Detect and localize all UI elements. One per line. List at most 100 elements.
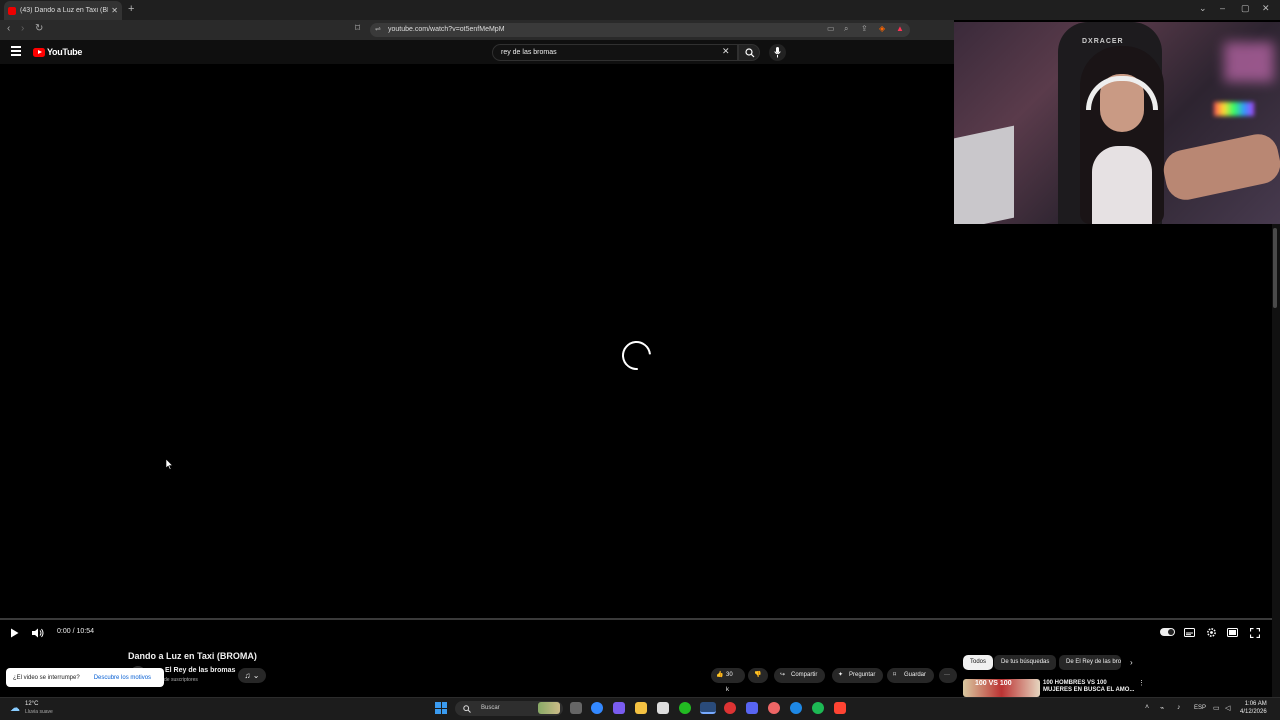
weather-cloud-icon[interactable]: ☁ <box>10 703 20 714</box>
forward-icon[interactable]: › <box>21 23 24 34</box>
maximize-icon[interactable]: ▢ <box>1241 3 1250 14</box>
menu-icon[interactable] <box>11 46 21 56</box>
popup-question: ¿El video se interrumpe? <box>13 674 80 681</box>
taskbar-clock[interactable]: 1:06 AM 4/12/2026 <box>1240 700 1267 716</box>
discord-icon[interactable] <box>746 702 758 714</box>
subtitles-icon[interactable] <box>1184 628 1195 637</box>
mic-tray-icon[interactable]: ♪ <box>1177 704 1181 711</box>
zoom-icon[interactable]: ⌕ <box>844 24 848 34</box>
fullscreen-icon[interactable] <box>1250 628 1260 638</box>
time-display: 0:00 / 10:54 <box>57 628 94 635</box>
settings-gear-icon[interactable] <box>1206 627 1217 638</box>
wifi-icon[interactable]: ▭ <box>1213 704 1220 712</box>
share-arrow-icon: ↪ <box>780 672 786 678</box>
player-controls <box>0 622 1272 644</box>
background-light <box>1224 42 1274 82</box>
edge-icon[interactable] <box>790 702 802 714</box>
tab-list-chevron-icon[interactable]: ⌄ <box>1199 3 1207 14</box>
more-vertical-icon[interactable]: ⋮ <box>1138 679 1145 687</box>
chip-from-channel[interactable]: De El Rey de las bromas <box>1059 655 1121 670</box>
more-actions-button[interactable]: ··· <box>939 668 957 683</box>
tray-chevron-icon[interactable]: ˄ <box>1145 704 1149 711</box>
weather-temperature[interactable]: 12°C <box>25 701 38 708</box>
browser-toolbar: ‹ › ↻ ⌑ ⇌ youtube.com/watch?v=ot5enfMeMp… <box>0 20 954 40</box>
steam-icon[interactable] <box>700 702 716 714</box>
close-window-icon[interactable]: ✕ <box>1262 3 1270 14</box>
share-icon[interactable]: ⇪ <box>861 24 868 33</box>
search-icon <box>745 48 755 58</box>
ask-label: Preguntar <box>849 672 876 678</box>
youtube-header: YouTube rey de las bromas ✕ <box>0 40 954 64</box>
youtube-logo[interactable]: YouTube <box>33 47 82 57</box>
search-input[interactable]: rey de las bromas <box>492 44 738 61</box>
chevron-down-icon: ⌄ <box>252 671 260 680</box>
volume-icon[interactable] <box>32 628 44 638</box>
tab-title: (43) Dando a Luz en Taxi (BROM/ <box>20 7 108 14</box>
share-button[interactable]: ↪ Compartir <box>774 668 826 683</box>
brave-icon[interactable] <box>834 702 846 714</box>
youtube-play-icon <box>33 47 45 57</box>
microphone-icon <box>774 47 781 58</box>
recommendation-thumbnail[interactable]: 100 VS 100 <box>963 679 1040 697</box>
site-info-icon[interactable]: ⇌ <box>375 23 381 37</box>
rewards-icon[interactable]: ▲ <box>896 24 904 33</box>
brave-shield-icon[interactable]: ◈ <box>879 24 885 33</box>
chip-all[interactable]: Todos <box>963 655 994 670</box>
language-indicator[interactable]: ESP <box>1194 705 1206 711</box>
chevron-right-icon[interactable]: › <box>1130 658 1133 667</box>
clock-date: 4/12/2026 <box>1240 709 1267 715</box>
spotify-icon[interactable] <box>812 702 824 714</box>
search-button[interactable] <box>738 44 760 61</box>
progress-bar[interactable] <box>0 618 1272 620</box>
chip-from-searches[interactable]: De tus búsquedas <box>994 655 1057 670</box>
ask-button[interactable]: ✦ Preguntar <box>832 668 884 683</box>
recommendation-title[interactable]: 100 HOMBRES VS 100 MUJERES EN BUSCA EL A… <box>1043 680 1135 694</box>
new-tab-icon[interactable]: + <box>128 3 134 15</box>
close-tab-icon[interactable]: ✕ <box>111 6 118 15</box>
teams-icon[interactable] <box>613 702 625 714</box>
screen: (43) Dando a Luz en Taxi (BROM/ ✕ + ⌄ – … <box>0 0 1280 720</box>
theater-mode-icon[interactable] <box>1227 628 1238 637</box>
reload-icon[interactable]: ↻ <box>35 23 43 34</box>
dislike-button[interactable]: 👎 <box>748 668 768 683</box>
windows-start-icon[interactable] <box>435 702 447 714</box>
app-icon[interactable] <box>768 702 780 714</box>
speaker-icon[interactable]: ◁ <box>1225 704 1230 712</box>
sparkle-icon: ✦ <box>838 672 844 678</box>
weather-description[interactable]: Lluvia suave <box>25 709 53 715</box>
play-icon[interactable] <box>10 628 19 638</box>
search-highlight-icon[interactable] <box>538 702 560 714</box>
bookmark-save-icon: ⌑ <box>893 672 897 678</box>
file-explorer-icon[interactable] <box>635 702 647 714</box>
autoplay-toggle[interactable] <box>1160 628 1175 636</box>
taskbar-search-icon <box>463 705 471 713</box>
popup-link[interactable]: Descubre los motivos <box>94 675 151 681</box>
back-icon[interactable]: ‹ <box>7 23 10 34</box>
cast-icon[interactable]: ▭ <box>827 24 835 33</box>
like-button[interactable]: 👍 30 k <box>711 668 745 693</box>
subscriber-count: de suscriptores <box>164 677 198 683</box>
channel-name[interactable]: El Rey de las bromas <box>165 667 235 674</box>
minimize-icon[interactable]: – <box>1220 3 1225 13</box>
browser-tab[interactable]: (43) Dando a Luz en Taxi (BROM/ ✕ <box>4 1 122 20</box>
store-icon[interactable] <box>657 702 669 714</box>
rgb-light <box>1214 102 1254 116</box>
opera-icon[interactable] <box>724 702 736 714</box>
thumbnail-text: 100 VS 100 <box>975 680 1012 687</box>
save-button[interactable]: ⌑ Guardar <box>887 668 935 683</box>
clock-time: 1:06 AM <box>1244 701 1267 707</box>
network-icon[interactable]: ⌁ <box>1160 704 1164 712</box>
interruption-popup: ¿El video se interrumpe? Descubre los mo… <box>6 668 164 687</box>
task-view-icon[interactable] <box>570 702 582 714</box>
clear-search-icon[interactable]: ✕ <box>722 46 730 57</box>
save-label: Guardar <box>904 672 927 678</box>
scrollbar-thumb[interactable] <box>1273 228 1277 308</box>
bookmark-icon[interactable]: ⌑ <box>355 23 360 34</box>
thumbs-up-icon: 👍 <box>716 672 724 678</box>
xbox-icon[interactable] <box>679 702 691 714</box>
notification-bell-button[interactable]: ♫ ⌄ <box>238 668 266 683</box>
chair-brand-text: DXRACER <box>1082 38 1124 45</box>
voice-search-button[interactable] <box>769 44 786 61</box>
browser-tab-strip: (43) Dando a Luz en Taxi (BROM/ ✕ + ⌄ – … <box>0 0 1280 20</box>
copilot-icon[interactable] <box>591 702 603 714</box>
